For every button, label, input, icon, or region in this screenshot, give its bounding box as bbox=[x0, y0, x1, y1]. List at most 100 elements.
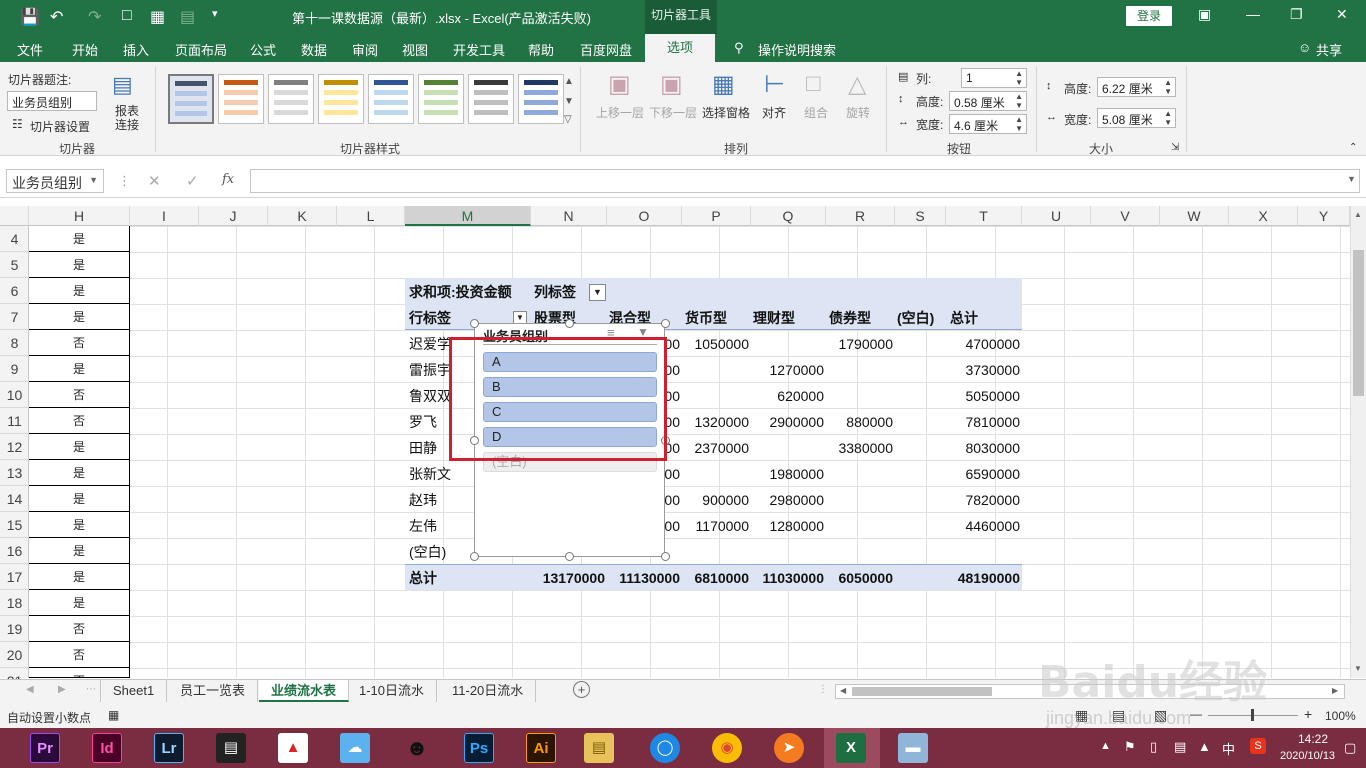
row-header[interactable]: 7 bbox=[0, 304, 29, 330]
row-header[interactable]: 16 bbox=[0, 538, 29, 564]
column-header[interactable]: S bbox=[895, 206, 946, 226]
column-header[interactable]: Q bbox=[751, 206, 826, 226]
pivot-value-cell[interactable] bbox=[682, 461, 749, 487]
row-header[interactable]: 4 bbox=[0, 226, 29, 252]
cell-h[interactable]: 是 bbox=[29, 512, 130, 538]
row-header[interactable]: 18 bbox=[0, 590, 29, 616]
network-icon[interactable]: ▤ bbox=[1174, 739, 1186, 755]
flag-icon[interactable]: ⚑ bbox=[1124, 739, 1136, 755]
pivot-value-cell[interactable]: 880000 bbox=[826, 409, 893, 435]
cell-h[interactable]: 是 bbox=[29, 304, 130, 330]
horizontal-scroll-thumb[interactable] bbox=[852, 687, 992, 696]
tell-me-search[interactable]: 操作说明搜索 bbox=[758, 40, 836, 59]
columns-spinner[interactable]: 1 ▲ ▼ bbox=[961, 68, 1027, 88]
notification-icon[interactable]: ▢ bbox=[1344, 740, 1356, 756]
zoom-in-icon[interactable]: + bbox=[1304, 706, 1312, 722]
cancel-icon[interactable]: ✕ bbox=[148, 172, 161, 190]
browser-app-icon[interactable]: ◯ bbox=[650, 733, 680, 763]
pivot-value-cell[interactable]: 2900000 bbox=[751, 409, 824, 435]
pivot-row-name[interactable]: 左伟 bbox=[409, 513, 437, 539]
excel-app-icon[interactable]: X bbox=[836, 733, 866, 763]
qq-app-icon[interactable]: ☻ bbox=[402, 733, 432, 763]
signal-icon[interactable]: ▲ bbox=[1198, 739, 1211, 754]
column-header[interactable]: H bbox=[29, 206, 130, 226]
cell-h[interactable]: 是 bbox=[29, 486, 130, 512]
scroll-right-icon[interactable]: ▶ bbox=[1332, 686, 1338, 695]
row-header[interactable]: 9 bbox=[0, 356, 29, 382]
tab-scroll-right-icon[interactable]: ▶ bbox=[58, 684, 66, 695]
scroll-up-icon[interactable]: ▲ bbox=[1354, 210, 1362, 219]
pivot-value-cell[interactable] bbox=[826, 383, 893, 409]
align-button[interactable]: 对齐 bbox=[762, 104, 786, 121]
pivot-value-cell[interactable] bbox=[826, 461, 893, 487]
cell-h[interactable]: 是 bbox=[29, 590, 130, 616]
resize-handle[interactable] bbox=[470, 552, 479, 561]
send-backward-button[interactable]: 下移一层 bbox=[649, 104, 697, 121]
pivot-value-cell[interactable] bbox=[751, 435, 824, 461]
new-file-icon[interactable]: □ bbox=[122, 7, 132, 25]
pivot-value-cell[interactable] bbox=[826, 487, 893, 513]
row-header[interactable]: 15 bbox=[0, 512, 29, 538]
cell-h[interactable]: 否 bbox=[29, 668, 130, 678]
button-width-spinner[interactable]: 4.6 厘米 ▲ ▼ bbox=[949, 114, 1027, 134]
minimize-button[interactable]: — bbox=[1246, 6, 1260, 22]
app-icon[interactable]: ☁ bbox=[340, 733, 370, 763]
name-box[interactable]: 业务员组别 ▼ bbox=[6, 169, 104, 193]
rotate-button[interactable]: 旋转 bbox=[846, 104, 870, 121]
styles-scroll-up-icon[interactable]: ▲ bbox=[564, 76, 574, 87]
pivot-row-name[interactable]: 鲁双双 bbox=[409, 383, 451, 409]
file-explorer-icon[interactable]: ▤ bbox=[584, 733, 614, 763]
sheet-tab-active[interactable]: 业绩流水表 bbox=[259, 680, 350, 702]
size-height-spinner[interactable]: 6.22 厘米 ▲ ▼ bbox=[1097, 77, 1176, 97]
row-header[interactable]: 8 bbox=[0, 330, 29, 356]
row-header[interactable]: 6 bbox=[0, 278, 29, 304]
row-header[interactable]: 14 bbox=[0, 486, 29, 512]
slicer-style-7[interactable] bbox=[468, 74, 514, 124]
size-dialog-launcher-icon[interactable]: ⇲ bbox=[1171, 142, 1179, 153]
app-icon[interactable]: ▲ bbox=[278, 733, 308, 763]
column-header[interactable]: Y bbox=[1298, 206, 1350, 226]
zoom-level[interactable]: 100% bbox=[1325, 709, 1356, 723]
pivot-value-cell[interactable]: 5050000 bbox=[946, 383, 1020, 409]
tab-review[interactable]: 审阅 bbox=[352, 40, 378, 59]
redo-icon[interactable]: ↷ bbox=[88, 7, 101, 27]
scroll-left-icon[interactable]: ◀ bbox=[840, 686, 846, 695]
cell-h[interactable]: 否 bbox=[29, 642, 130, 668]
column-header[interactable]: R bbox=[826, 206, 895, 226]
new-sheet-button[interactable]: + bbox=[573, 681, 590, 698]
pivot-value-cell[interactable]: 3380000 bbox=[826, 435, 893, 461]
size-width-spinner[interactable]: 5.08 厘米 ▲ ▼ bbox=[1097, 108, 1176, 128]
pivot-value-cell[interactable]: 7810000 bbox=[946, 409, 1020, 435]
pivot-value-cell[interactable]: 1320000 bbox=[682, 409, 749, 435]
formula-input[interactable] bbox=[250, 169, 1360, 193]
row-header[interactable]: 11 bbox=[0, 408, 29, 434]
slicer-style-6[interactable] bbox=[418, 74, 464, 124]
pivot-row-name[interactable]: 田静 bbox=[409, 435, 437, 461]
battery-icon[interactable]: ▯ bbox=[1150, 739, 1157, 755]
indesign-app-icon[interactable]: Id bbox=[92, 733, 122, 763]
column-header[interactable]: U bbox=[1022, 206, 1091, 226]
pivot-row-name[interactable]: 雷振宇 bbox=[409, 357, 451, 383]
column-header[interactable]: I bbox=[130, 206, 199, 226]
login-button[interactable]: 登录 bbox=[1126, 6, 1172, 26]
cell-h[interactable]: 是 bbox=[29, 226, 130, 252]
share-button[interactable]: 共享 bbox=[1316, 40, 1342, 59]
tab-options[interactable]: 选项 bbox=[645, 34, 716, 62]
cell-h[interactable]: 是 bbox=[29, 252, 130, 278]
clock-time[interactable]: 14:22 bbox=[1298, 732, 1328, 746]
column-header[interactable]: K bbox=[268, 206, 337, 226]
pivot-value-cell[interactable]: 620000 bbox=[751, 383, 824, 409]
pivot-value-cell[interactable] bbox=[682, 539, 749, 565]
pivot-row-name[interactable]: (空白) bbox=[409, 539, 446, 565]
selection-pane-button[interactable]: 选择窗格 bbox=[702, 104, 750, 121]
column-header[interactable]: J bbox=[199, 206, 268, 226]
sheet-tab[interactable]: 1-10日流水 bbox=[347, 680, 438, 702]
sheet-tab[interactable]: Sheet1 bbox=[100, 680, 168, 702]
cell-h[interactable]: 是 bbox=[29, 538, 130, 564]
pivot-value-cell[interactable]: 2980000 bbox=[751, 487, 824, 513]
pivot-value-cell[interactable] bbox=[751, 539, 824, 565]
pivot-row-name[interactable]: 罗飞 bbox=[409, 409, 437, 435]
slicer-settings-button[interactable]: 切片器设置 bbox=[30, 118, 90, 135]
pivot-value-cell[interactable]: 1980000 bbox=[751, 461, 824, 487]
styles-more-icon[interactable]: ▽ bbox=[564, 114, 572, 125]
